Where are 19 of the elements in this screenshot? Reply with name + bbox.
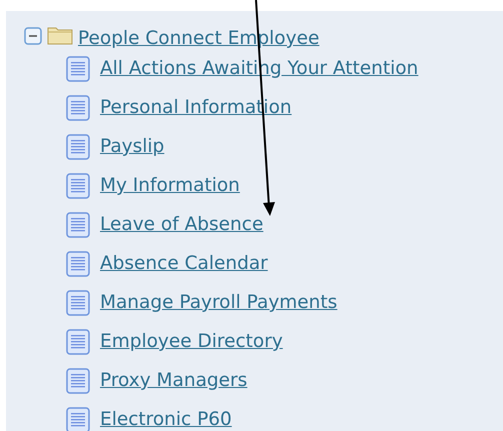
menu-link[interactable]: Employee Directory — [100, 331, 283, 352]
menu-link[interactable]: Electronic P60 — [100, 409, 232, 430]
folder-icon — [47, 25, 73, 45]
menu-link[interactable]: Manage Payroll Payments — [100, 292, 338, 313]
document-icon — [66, 56, 90, 82]
menu-link[interactable]: My Information — [100, 175, 240, 196]
document-icon — [66, 212, 90, 238]
document-icon — [66, 172, 90, 198]
document-icon — [66, 94, 90, 120]
menu-link[interactable]: Payslip — [100, 136, 164, 157]
document-icon — [66, 134, 90, 160]
menu-link[interactable]: Absence Calendar — [100, 253, 268, 274]
menu-link[interactable]: Leave of Absence — [100, 214, 264, 235]
collapse-icon[interactable] — [24, 27, 42, 45]
document-icon — [66, 328, 90, 354]
menu-link[interactable]: Proxy Managers — [100, 370, 248, 391]
document-icon — [66, 290, 90, 316]
document-icon — [66, 250, 90, 276]
document-icon — [66, 368, 90, 394]
